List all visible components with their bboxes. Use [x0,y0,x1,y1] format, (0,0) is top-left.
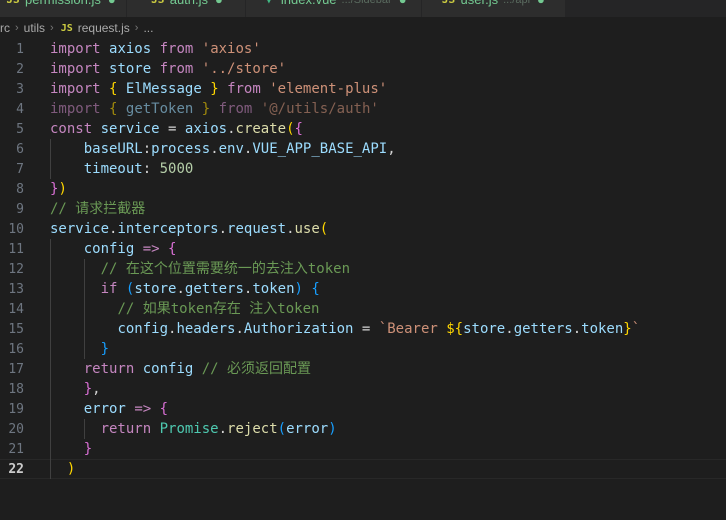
line-number: 20 [8,421,24,437]
line-number: 22 [8,461,24,477]
line-number: 4 [16,101,24,117]
code-line[interactable]: 20 return Promise.reject(error) [0,419,726,439]
code-line[interactable]: 9 // 请求拦截器 [0,199,726,219]
code-line[interactable]: 3 import { ElMessage } from 'element-plu… [0,79,726,99]
code-line[interactable]: 2 import store from '../store' [0,59,726,79]
breadcrumb-overflow[interactable]: ... [143,21,153,35]
tab-description: .../api [503,0,530,6]
code-line[interactable]: 16 } [0,339,726,359]
line-number: 21 [8,441,24,457]
vue-file-icon: ▼ [262,0,276,6]
line-content[interactable]: config.headers.Authorization = `Bearer $… [34,319,726,339]
code-line[interactable]: 4 import { getToken } from '@/utils/auth… [0,99,726,119]
line-number: 6 [16,141,24,157]
line-content[interactable]: const service = axios.create({ [34,119,726,139]
line-number: 11 [8,241,24,257]
line-content[interactable]: return Promise.reject(error) [34,419,726,439]
line-content[interactable]: }, [34,379,726,399]
line-number: 19 [8,401,24,417]
js-file-icon: JS [6,0,20,5]
tab-index-vue[interactable]: ▼ index.vue .../Sidebar ● [245,0,422,17]
code-line[interactable]: 12 // 在这个位置需要统一的去注入token [0,259,726,279]
vscode-window: JS permission.js ● JS auth.js ● ▼ index.… [0,0,726,520]
code-line[interactable]: 21 } [0,439,726,459]
line-content[interactable]: import { ElMessage } from 'element-plus' [34,79,726,99]
tab-user-js[interactable]: JS user.js .../api ● [421,0,566,17]
breadcrumb-item-src[interactable]: rc [0,21,10,35]
line-content[interactable]: import { getToken } from '@/utils/auth' [34,99,726,119]
line-content[interactable]: // 请求拦截器 [34,199,726,219]
editor-tab-bar: JS permission.js ● JS auth.js ● ▼ index.… [0,0,726,17]
line-content[interactable]: } [34,439,726,459]
tab-permission-js[interactable]: JS permission.js ● [0,0,127,17]
code-line[interactable]: 8 }) [0,179,726,199]
line-number: 13 [8,281,24,297]
line-number: 9 [16,201,24,217]
chevron-right-icon: › [134,22,139,34]
line-number: 12 [8,261,24,277]
code-line[interactable]: 19 error => { [0,399,726,419]
line-content[interactable]: return config // 必须返回配置 [34,359,726,379]
line-number: 10 [8,221,24,237]
code-line[interactable]: 18 }, [0,379,726,399]
line-number: 5 [16,121,24,137]
line-content[interactable]: if (store.getters.token) { [34,279,726,299]
line-number: 1 [16,41,24,57]
chevron-right-icon: › [15,22,19,34]
tab-label: auth.js [170,0,208,7]
breadcrumb-item-file[interactable]: request.js [78,21,130,35]
code-editor[interactable]: 1 import axios from 'axios' 2 import sto… [0,39,726,520]
line-number: 8 [16,181,24,197]
code-line[interactable]: 11 config => { [0,239,726,259]
js-file-icon: JS [151,0,165,5]
unsaved-dot-icon[interactable]: ● [537,0,545,7]
unsaved-dot-icon[interactable]: ● [399,0,407,7]
breadcrumb-item-utils[interactable]: utils [24,21,45,35]
line-content[interactable]: config => { [34,239,726,259]
line-number: 2 [16,61,24,77]
breadcrumb: rc › utils › JS request.js › ... [0,17,726,39]
line-content[interactable]: // 在这个位置需要统一的去注入token [34,259,726,279]
line-content[interactable]: baseURL:process.env.VUE_APP_BASE_API, [34,139,726,159]
line-content[interactable]: import axios from 'axios' [34,39,726,59]
code-line[interactable]: 14 // 如果token存在 注入token [0,299,726,319]
line-number: 3 [16,81,24,97]
code-line[interactable]: 15 config.headers.Authorization = `Beare… [0,319,726,339]
code-line[interactable]: 17 return config // 必须返回配置 [0,359,726,379]
code-line-active[interactable]: 22 ) [0,459,726,479]
js-file-icon: JS [442,0,456,5]
code-line[interactable]: 5 const service = axios.create({ [0,119,726,139]
tab-auth-js[interactable]: JS auth.js ● [126,0,246,17]
line-number: 18 [8,381,24,397]
line-content[interactable]: // 如果token存在 注入token [34,299,726,319]
line-content[interactable]: timeout: 5000 [34,159,726,179]
code-line[interactable]: 10 service.interceptors.request.use( [0,219,726,239]
code-line[interactable]: 13 if (store.getters.token) { [0,279,726,299]
code-line[interactable]: 1 import axios from 'axios' [0,39,726,59]
code-line[interactable]: 7 timeout: 5000 [0,159,726,179]
line-content[interactable]: error => { [34,399,726,419]
unsaved-dot-icon[interactable]: ● [215,0,223,7]
line-content[interactable]: ) [34,459,726,479]
line-content[interactable]: } [34,339,726,359]
line-content[interactable]: import store from '../store' [34,59,726,79]
tab-label: permission.js [25,0,101,7]
line-number: 15 [8,321,24,337]
line-content[interactable]: service.interceptors.request.use( [34,219,726,239]
line-number: 7 [16,161,24,177]
unsaved-dot-icon[interactable]: ● [108,0,116,7]
tab-description: .../Sidebar [342,0,392,6]
line-number: 16 [8,341,24,357]
line-number: 17 [8,361,24,377]
line-number: 14 [8,301,24,317]
chevron-right-icon: › [50,22,54,34]
tab-label: index.vue [281,0,337,7]
js-file-icon: JS [60,22,73,34]
code-line[interactable]: 6 baseURL:process.env.VUE_APP_BASE_API, [0,139,726,159]
tab-label: user.js [461,0,499,7]
line-content[interactable]: }) [34,179,726,199]
